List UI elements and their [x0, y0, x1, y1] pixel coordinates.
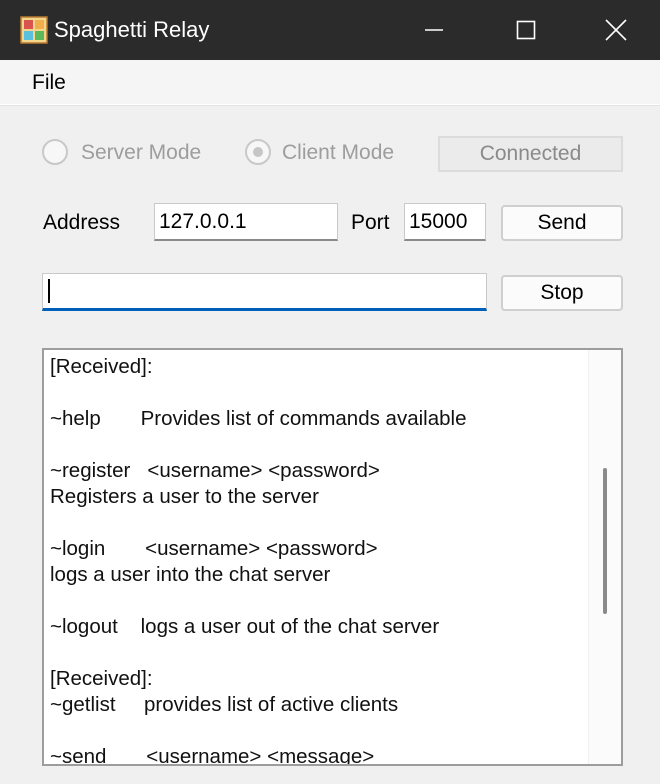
port-label: Port: [351, 211, 390, 234]
log-line: [Received]:: [50, 667, 153, 690]
window-title: Spaghetti Relay: [54, 17, 210, 42]
server-mode-label: Server Mode: [81, 141, 202, 164]
log-scrollbar[interactable]: [588, 350, 621, 764]
log-line: [Received]:: [50, 355, 153, 378]
log-line: ~register <username> <password>: [50, 459, 380, 482]
client-mode-label: Client Mode: [282, 141, 395, 164]
stop-button[interactable]: Stop: [501, 275, 623, 311]
log-line: ~login <username> <password>: [50, 537, 378, 560]
port-value: 15000: [409, 209, 468, 233]
message-log-text: [Received]: ~help Provides list of comma…: [50, 354, 584, 766]
log-line: ~send <username> <message>: [50, 745, 375, 766]
menu-bar: [0, 60, 660, 104]
message-log[interactable]: [Received]: ~help Provides list of comma…: [42, 348, 623, 766]
radio-selected-dot: [253, 147, 263, 157]
log-line: ~help Provides list of commands availabl…: [50, 407, 467, 430]
close-icon: [605, 19, 627, 41]
port-input[interactable]: 15000: [404, 203, 486, 241]
client-mode-radio[interactable]: [245, 139, 271, 165]
close-button[interactable]: [572, 0, 660, 60]
log-scrollbar-thumb[interactable]: [603, 468, 607, 614]
text-cursor: [48, 279, 50, 303]
maximize-button[interactable]: [480, 0, 572, 60]
connection-status-box: Connected: [438, 136, 623, 172]
log-line: ~logout logs a user out of the chat serv…: [50, 615, 440, 638]
minimize-button[interactable]: [388, 0, 480, 60]
app-icon: [20, 16, 48, 44]
stop-button-label: Stop: [540, 281, 584, 304]
log-line: ~getlist provides list of active clients: [50, 693, 399, 716]
log-line: logs a user into the chat server: [50, 563, 331, 586]
menu-separator: [0, 104, 660, 106]
address-input[interactable]: 127.0.0.1: [154, 203, 338, 241]
menu-file[interactable]: File: [32, 70, 66, 96]
address-label: Address: [43, 211, 121, 234]
send-button[interactable]: Send: [501, 205, 623, 241]
minimize-icon: [425, 29, 443, 31]
log-line: Registers a user to the server: [50, 485, 319, 508]
server-mode-radio[interactable]: [42, 139, 68, 165]
maximize-icon: [516, 20, 536, 40]
address-value: 127.0.0.1: [159, 209, 247, 233]
send-button-label: Send: [537, 211, 587, 234]
connection-status: Connected: [479, 142, 582, 165]
message-input[interactable]: [42, 273, 487, 311]
